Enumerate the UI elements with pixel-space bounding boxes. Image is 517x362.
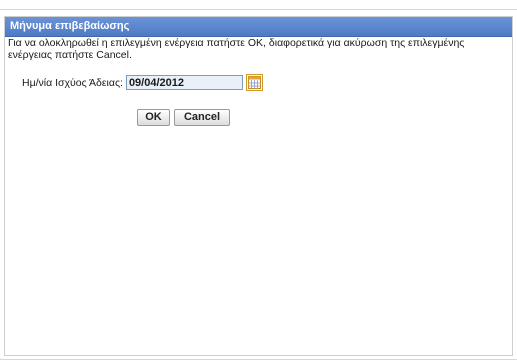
calendar-icon [247,76,261,89]
confirmation-message: Για να ολοκληρωθεί η επιλεγμένη ενέργεια… [8,37,465,61]
ok-button[interactable]: OK [137,109,170,126]
bottom-divider [0,359,517,360]
dialog-title: Μήνυμα επιβεβαίωσης [5,17,512,37]
calendar-button[interactable] [245,74,263,91]
cancel-button[interactable]: Cancel [174,109,230,126]
license-date-row: Ημ/νία Ισχύος Άδειας: [22,73,263,92]
license-date-input[interactable] [125,75,243,90]
license-date-label: Ημ/νία Ισχύος Άδειας: [22,76,123,89]
dialog-buttons: OK Cancel [137,109,230,126]
confirmation-dialog: Μήνυμα επιβεβαίωσης [4,16,513,356]
top-divider [0,0,517,10]
